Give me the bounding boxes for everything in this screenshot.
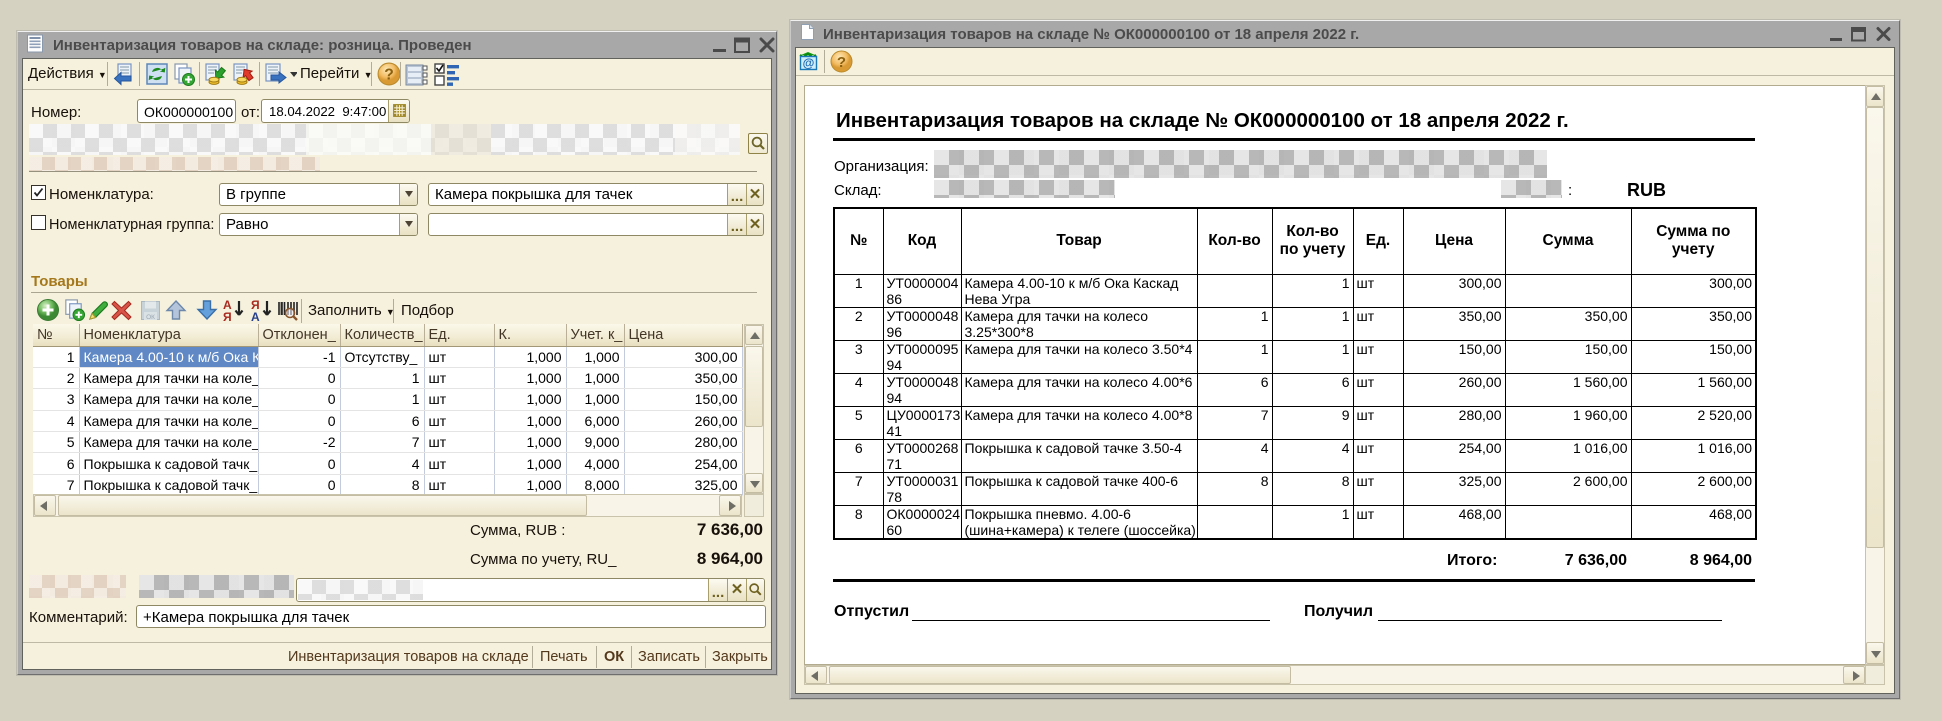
svg-text:@: @ bbox=[803, 56, 815, 70]
svg-text:А: А bbox=[251, 310, 260, 322]
svg-text:?: ? bbox=[837, 54, 846, 71]
svg-text:?: ? bbox=[384, 67, 394, 84]
svg-text:Я: Я bbox=[223, 310, 232, 322]
svg-text:ОК: ОК bbox=[146, 314, 155, 321]
